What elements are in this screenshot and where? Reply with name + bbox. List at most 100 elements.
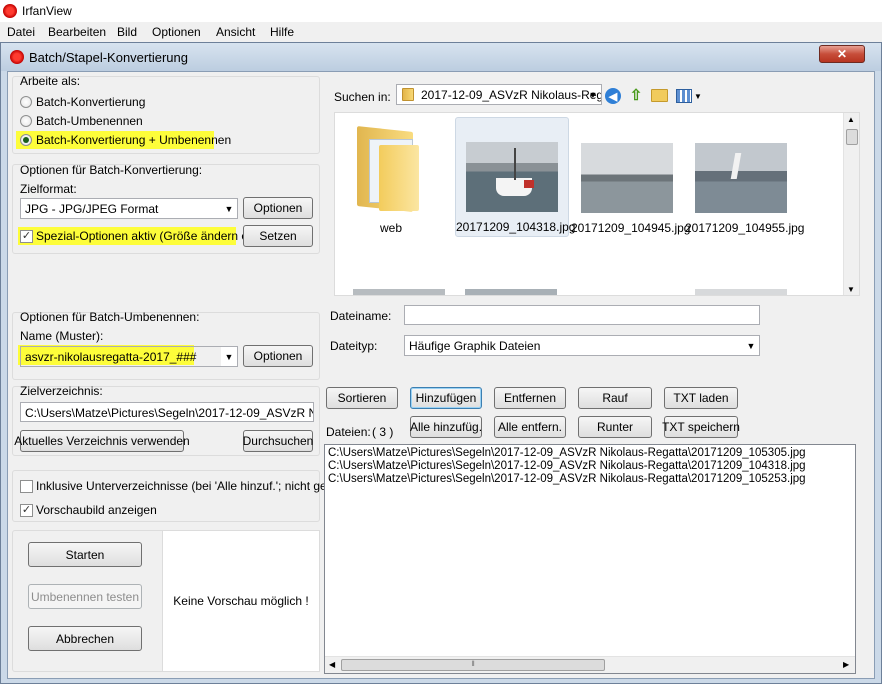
set-button[interactable]: Setzen bbox=[243, 225, 313, 247]
scroll-down-icon[interactable]: ▼ bbox=[847, 285, 855, 294]
chevron-down-icon: ▼ bbox=[746, 340, 756, 351]
conversion-group-label: Optionen für Batch-Konvertierung: bbox=[20, 163, 203, 177]
image-thumbnail bbox=[695, 143, 787, 213]
include-subdirs-checkbox[interactable] bbox=[20, 480, 33, 493]
use-current-dir-button[interactable]: Aktuelles Verzeichnis verwenden bbox=[14, 430, 190, 452]
chevron-down-icon: ▼ bbox=[588, 89, 598, 100]
image-thumbnail bbox=[466, 142, 558, 212]
radio-batch-conversion-rename-label: Batch-Konvertierung + Umbenennen bbox=[36, 133, 232, 147]
name-pattern-combo[interactable]: asvzr-nikolausregatta-2017_### ▼ bbox=[20, 346, 238, 367]
batch-dialog: Batch/Stapel-Konvertierung ✕ Arbeite als… bbox=[0, 42, 882, 684]
preview-message: Keine Vorschau möglich ! bbox=[173, 594, 309, 608]
radio-batch-rename[interactable] bbox=[20, 115, 32, 127]
scroll-thumb[interactable] bbox=[846, 129, 858, 145]
image-item bbox=[695, 289, 787, 295]
dialog-title: Batch/Stapel-Konvertierung bbox=[29, 50, 188, 65]
irfanview-logo-icon bbox=[3, 4, 17, 18]
new-folder-icon[interactable] bbox=[651, 89, 668, 102]
list-item[interactable]: C:\Users\Matze\Pictures\Segeln\2017-12-0… bbox=[328, 473, 806, 485]
close-button[interactable]: ✕ bbox=[819, 45, 865, 63]
radio-batch-conversion[interactable] bbox=[20, 96, 32, 108]
target-format-label: Zielformat: bbox=[20, 182, 77, 196]
image-item bbox=[465, 289, 557, 295]
image-item-name: 20171209_104955.jpg bbox=[685, 221, 805, 235]
browser-scrollbar[interactable]: ▲ ▼ bbox=[843, 113, 859, 295]
remove-all-button[interactable]: Alle entfern. bbox=[494, 416, 566, 438]
start-button[interactable]: Starten bbox=[28, 542, 142, 567]
image-item-selected[interactable]: 20171209_104318.jpg bbox=[455, 117, 576, 237]
cancel-button[interactable]: Abbrechen bbox=[28, 626, 142, 651]
radio-batch-conversion-rename[interactable] bbox=[20, 134, 32, 146]
folder-icon bbox=[357, 125, 421, 212]
conversion-options-button[interactable]: Optionen bbox=[243, 197, 313, 219]
folder-icon bbox=[402, 88, 414, 101]
target-dir-input[interactable]: C:\Users\Matze\Pictures\Segeln\2017-12-0… bbox=[20, 402, 314, 422]
irfanview-logo-icon bbox=[10, 50, 24, 64]
image-thumbnail bbox=[581, 143, 673, 213]
target-format-value: JPG - JPG/JPEG Format bbox=[25, 202, 159, 216]
include-subdirs-label: Inklusive Unterverzeichnisse (bei 'Alle … bbox=[36, 479, 347, 493]
list-item[interactable]: C:\Users\Matze\Pictures\Segeln\2017-12-0… bbox=[328, 447, 806, 459]
menu-datei[interactable]: Datei bbox=[7, 25, 35, 39]
folder-select[interactable]: 2017-12-09_ASVzR Nikolaus-Reg ▼ bbox=[396, 84, 602, 105]
add-all-button[interactable]: Alle hinzufüg. bbox=[410, 416, 482, 438]
parent-titlebar: IrfanView bbox=[0, 0, 882, 22]
list-item[interactable]: C:\Users\Matze\Pictures\Segeln\2017-12-0… bbox=[328, 460, 806, 472]
dialog-body: Arbeite als: Batch-Konvertierung Batch-U… bbox=[7, 71, 875, 679]
close-icon: ✕ bbox=[836, 47, 848, 61]
file-list[interactable]: C:\Users\Matze\Pictures\Segeln\2017-12-0… bbox=[324, 444, 856, 674]
scroll-right-icon[interactable]: ▶ bbox=[843, 660, 849, 669]
menu-optionen[interactable]: Optionen bbox=[152, 25, 201, 39]
target-dir-label: Zielverzeichnis: bbox=[20, 384, 103, 398]
show-preview-checkbox[interactable]: ✓ bbox=[20, 504, 33, 517]
chevron-down-icon: ▼ bbox=[224, 203, 234, 214]
filetype-select[interactable]: Häufige Graphik Dateien ▼ bbox=[404, 335, 760, 356]
add-button[interactable]: Hinzufügen bbox=[410, 387, 482, 409]
folder-item-name: web bbox=[379, 221, 402, 235]
menu-hilfe[interactable]: Hilfe bbox=[270, 25, 294, 39]
menu-ansicht[interactable]: Ansicht bbox=[216, 25, 255, 39]
view-menu-icon[interactable]: ▼ bbox=[676, 88, 704, 104]
target-dir-value: C:\Users\Matze\Pictures\Segeln\2017-12-0… bbox=[25, 406, 314, 420]
rename-group-label: Optionen für Batch-Umbenennen: bbox=[20, 310, 200, 324]
name-pattern-label: Name (Muster): bbox=[20, 329, 104, 343]
image-item-name: 20171209_104945.jpg bbox=[571, 221, 691, 235]
target-format-select[interactable]: JPG - JPG/JPEG Format ▼ bbox=[20, 198, 238, 219]
filetype-label: Dateityp: bbox=[330, 339, 378, 353]
filename-input[interactable] bbox=[404, 305, 760, 325]
back-icon[interactable]: ◀ bbox=[605, 88, 621, 104]
image-item[interactable]: 20171209_104945.jpg bbox=[571, 117, 691, 237]
horizontal-scrollbar[interactable]: ◀ ⦀ ▶ bbox=[325, 656, 855, 673]
menu-bild[interactable]: Bild bbox=[117, 25, 137, 39]
search-in-label: Suchen in: bbox=[334, 90, 391, 104]
browse-button[interactable]: Durchsuchen bbox=[243, 430, 313, 452]
scroll-thumb[interactable]: ⦀ bbox=[341, 659, 605, 671]
up-folder-icon[interactable]: ⇧ bbox=[628, 86, 644, 104]
down-button[interactable]: Runter bbox=[578, 416, 652, 438]
files-label: Dateien: bbox=[326, 425, 371, 439]
sort-button[interactable]: Sortieren bbox=[326, 387, 398, 409]
file-browser-view: web 20171209_104318.jpg 20171209_104945.… bbox=[334, 112, 860, 296]
show-preview-label: Vorschaubild anzeigen bbox=[36, 503, 157, 517]
parent-title-text: IrfanView bbox=[22, 4, 72, 18]
up-button[interactable]: Rauf bbox=[578, 387, 652, 409]
image-item-name: 20171209_104318.jpg bbox=[456, 220, 576, 234]
radio-batch-conversion-label: Batch-Konvertierung bbox=[36, 95, 146, 109]
load-txt-button[interactable]: TXT laden bbox=[664, 387, 738, 409]
test-rename-button[interactable]: Umbenennen testen bbox=[28, 584, 142, 609]
rename-options-button[interactable]: Optionen bbox=[243, 345, 313, 367]
special-options-label: Spezial-Optionen aktiv (Größe ändern etc… bbox=[36, 229, 265, 243]
scroll-left-icon[interactable]: ◀ bbox=[329, 660, 335, 669]
menu-bearbeiten[interactable]: Bearbeiten bbox=[48, 25, 106, 39]
preview-area: Keine Vorschau möglich ! bbox=[162, 530, 320, 672]
chevron-down-icon: ▼ bbox=[221, 347, 237, 366]
remove-button[interactable]: Entfernen bbox=[494, 387, 566, 409]
scroll-up-icon[interactable]: ▲ bbox=[847, 115, 855, 124]
parent-menubar: Datei Bearbeiten Bild Optionen Ansicht H… bbox=[0, 22, 882, 42]
special-options-checkbox[interactable]: ✓ bbox=[20, 230, 33, 243]
image-item[interactable]: 20171209_104955.jpg bbox=[685, 117, 805, 237]
dialog-titlebar: Batch/Stapel-Konvertierung ✕ bbox=[1, 43, 881, 71]
filename-label: Dateiname: bbox=[330, 309, 392, 323]
folder-item[interactable]: web bbox=[339, 117, 443, 237]
save-txt-button[interactable]: TXT speichern bbox=[662, 416, 740, 438]
